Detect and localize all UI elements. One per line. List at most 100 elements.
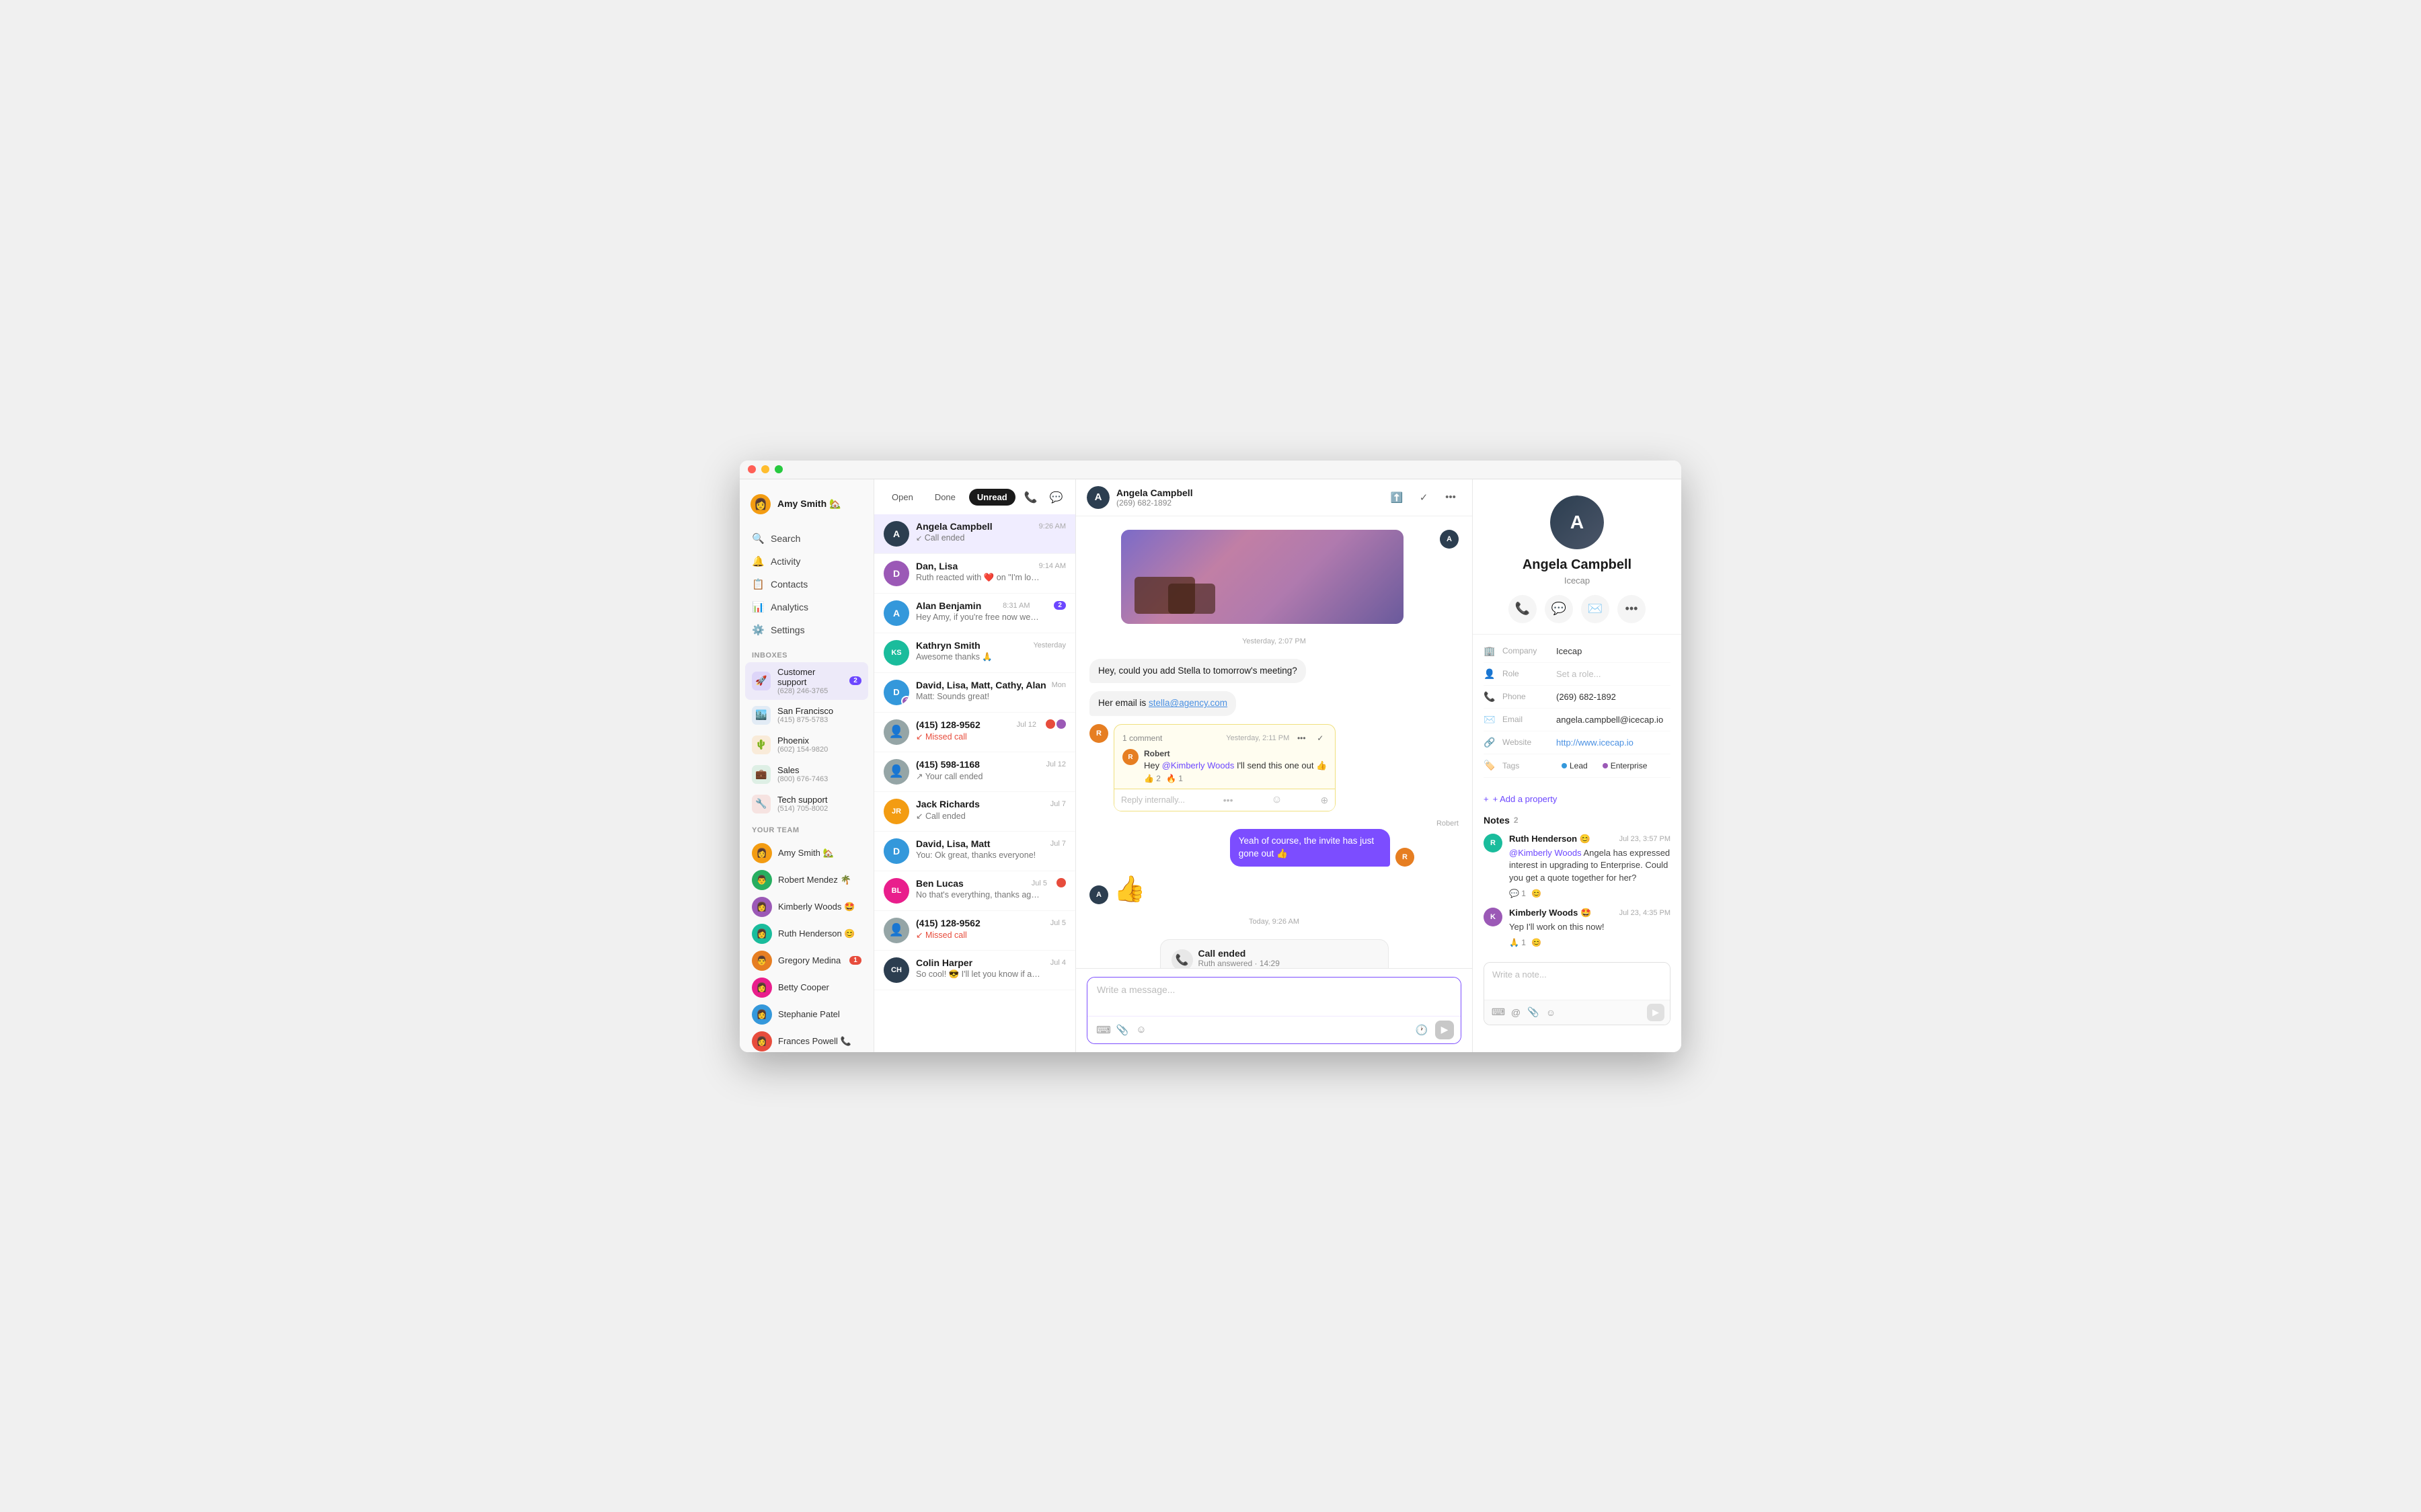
conv-avatar-phone1: 👤: [884, 719, 909, 745]
team-name-betty: Betty Cooper: [778, 982, 861, 992]
note-format-button[interactable]: ⌨: [1490, 1004, 1507, 1021]
emoji-button[interactable]: ☺: [1132, 1021, 1151, 1039]
team-stephanie[interactable]: 👩 Stephanie Patel: [745, 1001, 868, 1028]
note-attach-button[interactable]: 📎: [1525, 1004, 1542, 1021]
minimize-button[interactable]: [761, 465, 769, 473]
hero-image-row: A: [1089, 530, 1459, 624]
compose-toolbar: ⌨ 📎 ☺ 🕐 ▶: [1087, 1016, 1461, 1043]
conv-preview-jack: ↙ Call ended: [916, 811, 1040, 821]
contact-chat-button[interactable]: 💬: [1545, 595, 1573, 623]
inbox-sales[interactable]: 💼 Sales (800) 676-7463: [745, 760, 868, 789]
nav-activity[interactable]: 🔔 Activity: [745, 551, 868, 572]
conv-item-dan-lisa[interactable]: D Dan, Lisa 9:14 AM Ruth reacted with ❤️…: [874, 554, 1075, 594]
conv-item-colin[interactable]: CH Colin Harper Jul 4 So cool! 😎 I'll le…: [874, 951, 1075, 990]
ic-time: Yesterday, 2:11 PM: [1226, 734, 1289, 742]
contact-more-button[interactable]: •••: [1617, 595, 1646, 623]
team-name-gregory: Gregory Medina: [778, 955, 843, 965]
team-amy[interactable]: 👩 Amy Smith 🏡: [745, 840, 868, 867]
team-gregory[interactable]: 👨 Gregory Medina 1: [745, 947, 868, 974]
user-profile[interactable]: 👩 Amy Smith 🏡: [740, 487, 874, 525]
tag-lead[interactable]: Lead: [1556, 760, 1593, 772]
msg-1-wrap: Hey, could you add Stella to tomorrow's …: [1089, 659, 1459, 684]
nav-search[interactable]: 🔍 Search: [745, 528, 868, 549]
conv-body-david-matt: David, Lisa, Matt Jul 7 You: Ok great, t…: [916, 838, 1066, 860]
note-ruth-reaction-2[interactable]: 😊: [1531, 889, 1541, 898]
conv-preview-alan: Hey Amy, if you're free now we can ju...: [916, 612, 1040, 622]
add-property-button[interactable]: + + Add a property: [1473, 789, 1681, 809]
note-mention-button[interactable]: @: [1507, 1004, 1525, 1021]
detail-website: 🔗 Website http://www.icecap.io: [1484, 731, 1670, 754]
clock-button[interactable]: 🕐: [1412, 1021, 1431, 1039]
nav-analytics[interactable]: 📊 Analytics: [745, 596, 868, 618]
team-frances[interactable]: 👩 Frances Powell 📞: [745, 1028, 868, 1052]
filter-open[interactable]: Open: [884, 489, 921, 506]
ic-reaction-2[interactable]: 🔥 1: [1166, 774, 1183, 783]
inbox-tech-support[interactable]: 🔧 Tech support (514) 705-8002: [745, 790, 868, 818]
conv-item-alan[interactable]: A Alan Benjamin 8:31 AM 2 Hey Amy, if yo…: [874, 594, 1075, 633]
contact-call-button[interactable]: 📞: [1508, 595, 1537, 623]
phone-icon: 📞: [1484, 691, 1496, 703]
note-kimberly-reaction-1[interactable]: 🙏 1: [1509, 938, 1526, 947]
nav-settings[interactable]: ⚙️ Settings: [745, 619, 868, 641]
filter-done[interactable]: Done: [927, 489, 964, 506]
conv-item-kathryn[interactable]: KS Kathryn Smith Yesterday Awesome thank…: [874, 633, 1075, 673]
inbox-phoenix[interactable]: 🌵 Phoenix (602) 154-9820: [745, 731, 868, 759]
note-emoji-button[interactable]: ☺: [1542, 1004, 1560, 1021]
conv-avatar-ben: BL: [884, 878, 909, 904]
conv-item-angela[interactable]: A Angela Campbell 9:26 AM ↙ Call ended: [874, 514, 1075, 554]
conv-name-phone2: (415) 598-1168: [916, 759, 980, 770]
conv-time-kathryn: Yesterday: [1033, 641, 1066, 649]
more-button[interactable]: •••: [1440, 487, 1461, 508]
phone-action-button[interactable]: 📞: [1021, 487, 1041, 508]
nav-contacts[interactable]: 📋 Contacts: [745, 573, 868, 595]
website-value[interactable]: http://www.icecap.io: [1556, 738, 1670, 748]
team-robert[interactable]: 👨 Robert Mendez 🌴: [745, 867, 868, 893]
note-send-button[interactable]: ▶: [1647, 1004, 1664, 1021]
compose-action-button[interactable]: 💬: [1046, 487, 1067, 508]
bell-icon: 🔔: [752, 555, 764, 567]
conv-item-ben[interactable]: BL Ben Lucas Jul 5 No that's everything,…: [874, 871, 1075, 911]
filter-unread[interactable]: Unread: [969, 489, 1015, 506]
conv-body-colin: Colin Harper Jul 4 So cool! 😎 I'll let y…: [916, 957, 1066, 980]
email-link[interactable]: stella@agency.com: [1149, 698, 1227, 708]
conv-item-david-matt[interactable]: D David, Lisa, Matt Jul 7 You: Ok great,…: [874, 832, 1075, 871]
write-note-input[interactable]: [1484, 963, 1670, 996]
attach-button[interactable]: 📎: [1113, 1021, 1132, 1039]
compose-input[interactable]: [1087, 978, 1461, 1012]
conv-item-phone1[interactable]: 👤 (415) 128-9562 Jul 12 ↙ Missed call: [874, 713, 1075, 752]
maximize-button[interactable]: [775, 465, 783, 473]
inbox-san-francisco[interactable]: 🏙️ San Francisco (415) 875-5783: [745, 701, 868, 729]
format-button[interactable]: ⌨: [1094, 1021, 1113, 1039]
tag-enterprise[interactable]: Enterprise: [1597, 760, 1653, 772]
note-kimberly-reaction-2[interactable]: 😊: [1531, 938, 1541, 947]
ic-check-button[interactable]: ✓: [1313, 731, 1327, 745]
conv-item-david-group[interactable]: D 2 David, Lisa, Matt, Cathy, Alan Mon M…: [874, 673, 1075, 713]
ic-reaction-1[interactable]: 👍 2: [1144, 774, 1161, 783]
contact-email-button[interactable]: ✉️: [1581, 595, 1609, 623]
conv-body-alan: Alan Benjamin 8:31 AM 2 Hey Amy, if you'…: [916, 600, 1066, 622]
ic-reply-area[interactable]: Reply internally... ••• ☺ ⊕: [1114, 789, 1335, 811]
conv-item-phone3[interactable]: 👤 (415) 128-9562 Jul 5 ↙ Missed call: [874, 911, 1075, 951]
team-kimberly[interactable]: 👩 Kimberly Woods 🤩: [745, 893, 868, 920]
inbox-customer-support[interactable]: 🚀 Customer support (628) 246-3765 2: [745, 662, 868, 700]
conv-item-jack[interactable]: JR Jack Richards Jul 7 ↙ Call ended: [874, 792, 1075, 832]
note-kimberly-header: Kimberly Woods 🤩 Jul 23, 4:35 PM: [1509, 908, 1670, 918]
conv-body-david-group: David, Lisa, Matt, Cathy, Alan Mon Matt:…: [916, 680, 1066, 701]
team-ruth[interactable]: 👩 Ruth Henderson 😊: [745, 920, 868, 947]
role-value[interactable]: Set a role...: [1556, 669, 1670, 679]
note-ruth-reaction-1[interactable]: 💬 1: [1509, 889, 1526, 898]
share-button[interactable]: ⬆️: [1386, 487, 1408, 508]
close-button[interactable]: [748, 465, 756, 473]
conv-time-david-matt: Jul 7: [1050, 840, 1066, 848]
team-betty[interactable]: 👩 Betty Cooper: [745, 974, 868, 1001]
ic-body: R Robert Hey @Kimberly Woods I'll send t…: [1122, 749, 1327, 783]
note-ruth-text: @Kimberly Woods Angela has expressed int…: [1509, 847, 1670, 885]
inbox-phone-tech: (514) 705-8002: [777, 805, 861, 813]
company-icon: 🏢: [1484, 645, 1496, 657]
ic-more-button[interactable]: •••: [1295, 731, 1308, 745]
tags-label: Tags: [1502, 761, 1549, 770]
send-button[interactable]: ▶: [1435, 1021, 1454, 1039]
conv-list-header: Open Done Unread 📞 💬: [874, 479, 1075, 514]
conv-item-phone2[interactable]: 👤 (415) 598-1168 Jul 12 ↗ Your call ende…: [874, 752, 1075, 792]
resolve-button[interactable]: ✓: [1413, 487, 1434, 508]
